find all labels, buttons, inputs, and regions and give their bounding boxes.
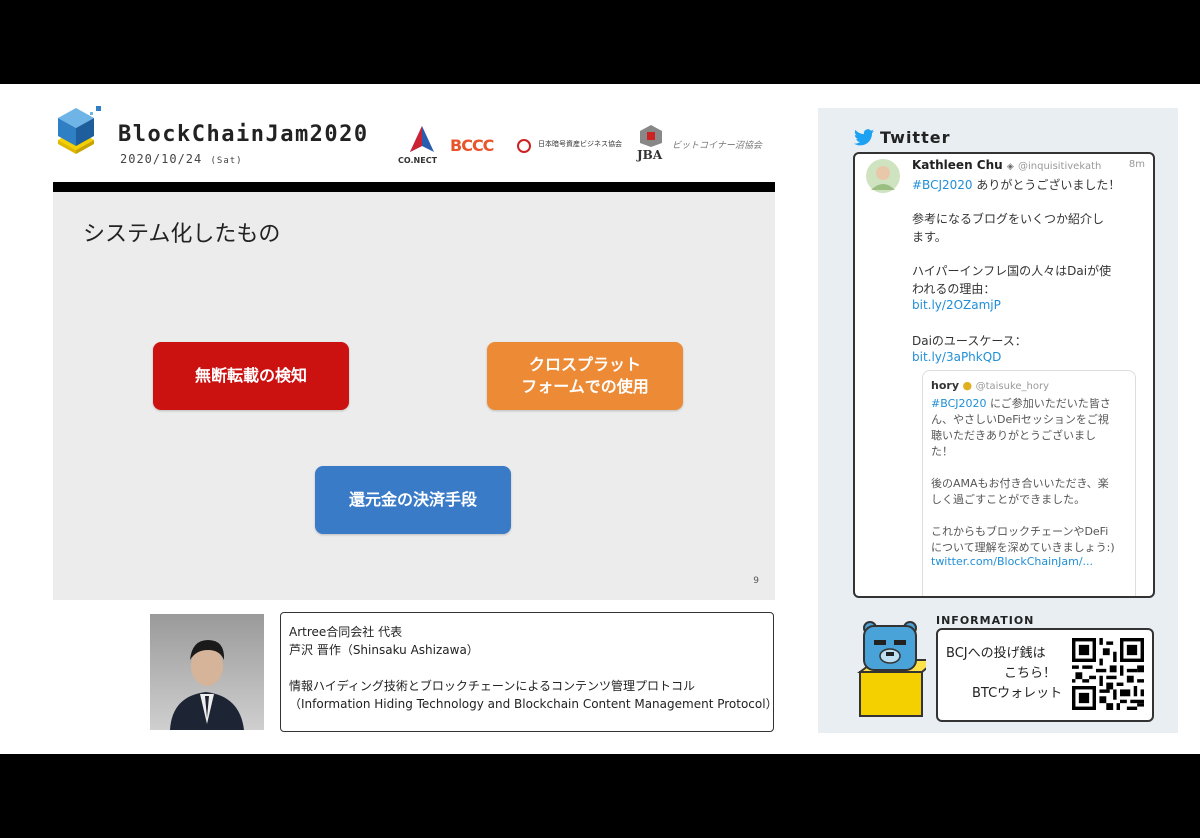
feature-box-cross-platform-line1: クロスプラット: [528, 355, 641, 374]
speaker-info: Artree合同会社 代表 芦沢 晋作（Shinsaku Ashizawa） 情…: [280, 612, 778, 732]
tweet-card[interactable]: Kathleen Chu ◈ @inquisitivekath 8m #BCJ2…: [853, 152, 1155, 598]
btc-wallet-qr-code[interactable]: [1072, 638, 1144, 710]
information-line3: BTCウォレット: [972, 686, 1063, 701]
feature-box-cross-platform-line2: フォームでの使用: [521, 377, 649, 396]
tweet-author-avatar: [866, 159, 900, 193]
quote-line4: た！: [931, 445, 953, 458]
bear-mascot-icon: [857, 621, 926, 717]
event-day: (Sat): [210, 156, 243, 166]
tweet-line3: ます。: [912, 230, 947, 244]
quote-line1-text: にご参加いただいた皆さ: [986, 397, 1111, 410]
sponsor-jba: JBA: [637, 148, 663, 162]
quoted-tweet[interactable]: hory ● @taisuke_hory #BCJ2020 にご参加いただいた皆…: [922, 370, 1136, 596]
information-line2: こちら！: [1004, 666, 1057, 681]
speaker-name: 芦沢 晋作（Shinsaku Ashizawa）: [289, 643, 479, 657]
speaker-affiliation: Artree合同会社 代表: [289, 625, 403, 639]
twitter-panel-title-text: Twitter: [880, 128, 951, 147]
information-box: BCJへの投げ銭は こちら！ BTCウォレット: [936, 628, 1154, 722]
tweet-line2: 参考になるブログをいくつか紹介し: [912, 212, 1105, 226]
sponsor-coneect: CO.NECT: [398, 156, 438, 165]
information-label: INFORMATION: [936, 614, 1035, 627]
tweet-time: 8m: [1128, 159, 1145, 170]
tweet-handle[interactable]: @inquisitivekath: [1018, 161, 1101, 172]
tweet-author-name: Kathleen Chu: [912, 158, 1003, 172]
tweet-line1-text: ありがとうございました！: [972, 178, 1121, 192]
quote-line2: ん、やさしいDeFiセッションをご視: [931, 413, 1109, 426]
quote-line7: これからもブロックチェーンやDeFi: [931, 525, 1109, 538]
quote-hashtag[interactable]: #BCJ2020: [931, 397, 987, 410]
event-date-text: 2020/10/24: [120, 152, 203, 166]
jba-logo: [640, 125, 662, 147]
feature-box-unauthorized-detection: 無断転載の検知: [153, 342, 349, 410]
sponsor-bccc: BCCC: [450, 136, 494, 155]
twitter-panel: Twitter Kathleen Chu ◈ @inquisitivekath …: [818, 108, 1178, 733]
sponsor-bitcoiner: ビットコイナー沼協会: [672, 141, 762, 151]
presentation-slide: システム化したもの 無断転載の検知 クロスプラット フォームでの使用 還元金の決…: [53, 192, 775, 600]
twitter-bird-icon: [854, 129, 874, 146]
tweet-author: Kathleen Chu ◈ @inquisitivekath: [912, 158, 1101, 172]
feature-box-cross-platform: クロスプラット フォームでの使用: [487, 342, 683, 410]
jcba-ring-logo: [517, 139, 531, 153]
tweet-link1[interactable]: bit.ly/2OZamjP: [912, 298, 1001, 312]
tweet-link2[interactable]: bit.ly/3aPhkQD: [912, 350, 1001, 364]
quote-line3: 聴いただきありがとうございまし: [931, 429, 1096, 442]
verified-badge-icon: ◈: [1006, 162, 1014, 172]
tweet-line1: #BCJ2020 ありがとうございました！: [912, 176, 1120, 193]
event-title: BlockChainJam2020: [118, 122, 369, 147]
quote-author: hory ● @taisuke_hory: [931, 379, 1049, 392]
tweet-hashtag[interactable]: #BCJ2020: [912, 178, 973, 192]
information-line1: BCJへの投げ銭は: [946, 646, 1046, 661]
slide-page-number: 9: [753, 576, 759, 586]
feature-box-payment-method: 還元金の決済手段: [315, 466, 511, 534]
slide-top-bar: [53, 182, 775, 192]
blockchainjam-cube-logo: [58, 106, 101, 154]
quote-line1: #BCJ2020 にご参加いただいた皆さ: [931, 395, 1111, 411]
quote-link[interactable]: twitter.com/BlockChainJam/...: [931, 555, 1093, 568]
quote-author-name: hory: [931, 379, 959, 392]
quote-handle[interactable]: @taisuke_hory: [976, 381, 1049, 392]
quote-line6: しく過ごすことができました。: [931, 493, 1086, 506]
slide-title: システム化したもの: [83, 222, 281, 247]
sponsor-jcba: 日本暗号資産ビジネス協会: [538, 140, 622, 148]
tweet-line5: われるの理由：: [912, 282, 996, 296]
twitter-panel-title: Twitter: [880, 128, 950, 147]
talk-title-en: （Information Hiding Technology and Block…: [289, 697, 778, 711]
speaker-photo: [150, 614, 264, 730]
emoji-icon: ●: [962, 379, 973, 392]
event-date: 2020/10/24 (Sat): [120, 152, 243, 166]
quote-line5: 後のAMAもお付き合いいただき、楽: [931, 477, 1109, 490]
talk-title-ja: 情報ハイディング技術とブロックチェーンによるコンテンツ管理プロトコル: [289, 679, 695, 693]
quote-line8: について理解を深めていきましょう:): [931, 541, 1115, 554]
tweet-line4: ハイパーインフレ国の人々はDaiが使: [912, 264, 1112, 278]
stream-frame: BlockChainJam2020 2020/10/24 (Sat) CO.NE…: [0, 84, 1200, 754]
tweet-line6: Daiのユースケース：: [912, 334, 1027, 348]
